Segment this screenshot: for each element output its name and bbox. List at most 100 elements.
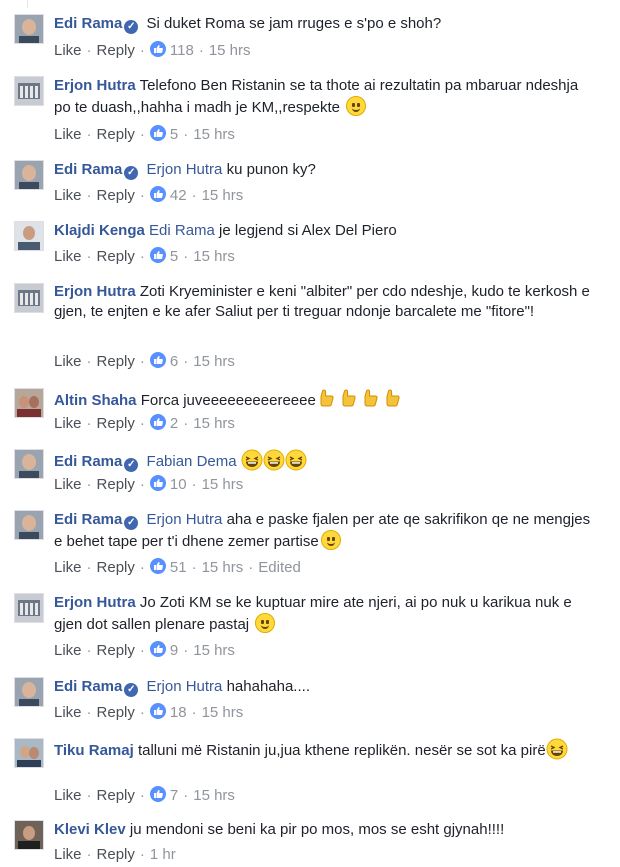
- like-reaction-icon[interactable]: [149, 41, 166, 57]
- comment-author[interactable]: Edi Rama: [54, 161, 122, 178]
- like-reaction-icon[interactable]: [149, 641, 166, 657]
- like-reaction-icon[interactable]: [149, 475, 166, 491]
- smile-emoji-icon: [346, 96, 367, 116]
- like-count[interactable]: 6: [170, 353, 178, 370]
- avatar[interactable]: [14, 14, 44, 44]
- timestamp[interactable]: 1 hr: [150, 846, 176, 863]
- comment-actions: Like · Reply · 18 · 15 hrs: [54, 703, 244, 721]
- comment-actions: Like · Reply · 6 · 15 hrs: [54, 352, 235, 370]
- comment-author[interactable]: Klajdi Kenga: [54, 222, 145, 239]
- comment-author[interactable]: Erjon Hutra: [54, 283, 136, 300]
- reply-link[interactable]: Reply: [97, 787, 135, 804]
- like-link[interactable]: Like: [54, 42, 82, 59]
- like-count[interactable]: 51: [170, 559, 187, 576]
- like-count[interactable]: 7: [170, 787, 178, 804]
- timestamp[interactable]: 15 hrs: [193, 415, 235, 432]
- timestamp[interactable]: 15 hrs: [193, 248, 235, 265]
- comment-author[interactable]: Edi Rama: [54, 511, 122, 528]
- like-count[interactable]: 5: [170, 126, 178, 143]
- reply-link[interactable]: Reply: [97, 642, 135, 659]
- reply-link[interactable]: Reply: [97, 846, 135, 863]
- like-count[interactable]: 2: [170, 415, 178, 432]
- reply-link[interactable]: Reply: [97, 248, 135, 265]
- timestamp[interactable]: 15 hrs: [202, 559, 244, 576]
- comment-author[interactable]: Altin Shaha: [54, 392, 137, 409]
- timestamp[interactable]: 15 hrs: [202, 476, 244, 493]
- like-reaction-icon[interactable]: [149, 125, 166, 141]
- edited-link[interactable]: Edited: [258, 559, 301, 576]
- avatar[interactable]: [14, 388, 44, 418]
- reply-link[interactable]: Reply: [97, 353, 135, 370]
- timestamp[interactable]: 15 hrs: [193, 126, 235, 143]
- comment-actions: Like · Reply · 2 · 15 hrs: [54, 414, 235, 432]
- avatar[interactable]: [14, 738, 44, 768]
- reply-link[interactable]: Reply: [97, 42, 135, 59]
- comment-author[interactable]: Klevi Klev: [54, 821, 126, 838]
- pointing-hand-emoji-icon: [382, 388, 404, 408]
- like-link[interactable]: Like: [54, 248, 82, 265]
- like-link[interactable]: Like: [54, 126, 82, 143]
- avatar[interactable]: [14, 510, 44, 540]
- like-count[interactable]: 10: [170, 476, 187, 493]
- like-reaction-icon[interactable]: [149, 414, 166, 430]
- comment-text: talluni më Ristanin ju,jua kthene replik…: [137, 742, 546, 759]
- like-count[interactable]: 42: [170, 187, 187, 204]
- like-reaction-icon[interactable]: [149, 786, 166, 802]
- avatar[interactable]: [14, 283, 44, 313]
- avatar[interactable]: [14, 449, 44, 479]
- mentioned-user[interactable]: Erjon Hutra: [147, 511, 223, 528]
- mentioned-user[interactable]: Fabian Dema: [147, 453, 237, 470]
- mentioned-user[interactable]: Edi Rama: [149, 222, 215, 239]
- reply-link[interactable]: Reply: [97, 126, 135, 143]
- comment-author[interactable]: Edi Rama: [54, 678, 122, 695]
- timestamp[interactable]: 15 hrs: [209, 42, 251, 59]
- laughing-emoji-icon: [241, 449, 263, 471]
- like-link[interactable]: Like: [54, 476, 82, 493]
- reply-link[interactable]: Reply: [97, 476, 135, 493]
- avatar[interactable]: [14, 76, 44, 106]
- timestamp[interactable]: 15 hrs: [193, 787, 235, 804]
- like-link[interactable]: Like: [54, 704, 82, 721]
- like-reaction-icon[interactable]: [149, 352, 166, 368]
- comment-author[interactable]: Erjon Hutra: [54, 594, 136, 611]
- like-link[interactable]: Like: [54, 559, 82, 576]
- verified-badge-icon: ✓: [124, 20, 139, 34]
- like-reaction-icon[interactable]: [149, 558, 166, 574]
- avatar[interactable]: [14, 221, 44, 251]
- like-reaction-icon[interactable]: [149, 247, 166, 263]
- like-link[interactable]: Like: [54, 787, 82, 804]
- mentioned-user[interactable]: Erjon Hutra: [147, 161, 223, 178]
- comment-text: Forca juveeeeeeeeereeee: [140, 392, 316, 409]
- like-link[interactable]: Like: [54, 642, 82, 659]
- reply-link[interactable]: Reply: [97, 704, 135, 721]
- avatar[interactable]: [14, 820, 44, 850]
- comment-actions: Like · Reply · 5 · 15 hrs: [54, 247, 235, 265]
- timestamp[interactable]: 15 hrs: [202, 187, 244, 204]
- like-count[interactable]: 5: [170, 248, 178, 265]
- like-link[interactable]: Like: [54, 846, 82, 863]
- like-count[interactable]: 9: [170, 642, 178, 659]
- comment-author[interactable]: Erjon Hutra: [54, 77, 136, 94]
- avatar[interactable]: [14, 160, 44, 190]
- like-reaction-icon[interactable]: [149, 703, 166, 719]
- comment-author[interactable]: Edi Rama: [54, 453, 122, 470]
- timestamp[interactable]: 15 hrs: [193, 642, 235, 659]
- timestamp[interactable]: 15 hrs: [193, 353, 235, 370]
- comment-actions: Like · Reply · 118 · 15 hrs: [54, 41, 251, 59]
- reply-link[interactable]: Reply: [97, 559, 135, 576]
- like-reaction-icon[interactable]: [149, 186, 166, 202]
- comment-author[interactable]: Tiku Ramaj: [54, 742, 134, 759]
- reply-link[interactable]: Reply: [97, 415, 135, 432]
- like-link[interactable]: Like: [54, 353, 82, 370]
- avatar[interactable]: [14, 593, 44, 623]
- like-count[interactable]: 18: [170, 704, 187, 721]
- like-link[interactable]: Like: [54, 415, 82, 432]
- mentioned-user[interactable]: Erjon Hutra: [147, 678, 223, 695]
- avatar[interactable]: [14, 677, 44, 707]
- verified-badge-icon: ✓: [124, 458, 139, 472]
- timestamp[interactable]: 15 hrs: [202, 704, 244, 721]
- like-link[interactable]: Like: [54, 187, 82, 204]
- comment-author[interactable]: Edi Rama: [54, 15, 122, 32]
- like-count[interactable]: 118: [170, 42, 194, 59]
- reply-link[interactable]: Reply: [97, 187, 135, 204]
